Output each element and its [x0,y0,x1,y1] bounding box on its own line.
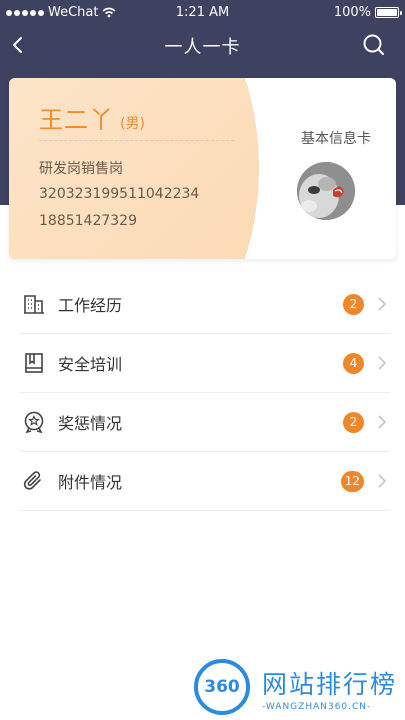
employee-name: 王二丫 [39,106,114,134]
watermark-title: 网站排行榜 [262,670,398,699]
chevron-right-icon [378,297,387,311]
employee-id-number: 320323199511042234 [39,186,200,202]
employee-phone: 18851427329 [39,213,137,229]
name-row: 王二丫 (男) [39,100,145,135]
menu-item-work-history[interactable]: 工作经历 2 [20,275,390,334]
menu-item-label: 安全培训 [58,355,123,374]
page-title: 一人一卡 [164,37,241,58]
employee-gender: (男) [120,116,145,132]
nav-bar: 一人一卡 [0,26,405,64]
menu-item-label: 奖惩情况 [58,414,123,433]
avatar[interactable] [297,162,355,220]
battery-status: 100% [333,5,402,20]
watermark-logo: 360 网站排行榜 -WANGZHAN360.CN- [190,655,405,720]
battery-icon [375,7,402,18]
count-badge: 4 [343,353,364,374]
dashed-divider [39,140,234,141]
cat-avatar-icon [297,162,355,220]
menu-item-safety-training[interactable]: 安全培训 4 [20,334,390,393]
menu-item-label: 工作经历 [58,296,123,315]
card-title: 基本信息卡 [301,131,371,147]
chevron-right-icon [378,415,387,429]
count-badge: 12 [340,471,364,492]
watermark-subtitle: -WANGZHAN360.CN- [262,702,372,712]
menu-item-label: 附件情况 [58,473,123,492]
profile-card[interactable]: 王二丫 (男) 研发岗销售岗 320323199511042234 188514… [9,78,396,259]
status-bar: WeChat 1:21 AM 100% [0,0,405,26]
count-badge: 2 [343,294,364,315]
battery-percent: 100% [333,5,371,20]
chevron-right-icon [378,356,387,370]
menu-item-rewards-penalties[interactable]: 奖惩情况 2 [20,393,390,452]
menu-item-attachments[interactable]: 附件情况 12 [20,452,390,511]
book-icon [25,353,43,373]
menu-list: 工作经历 2 安全培训 4 奖惩情况 2 附件情况 12 [20,275,390,511]
badge-icon [24,411,44,434]
search-icon[interactable] [361,32,387,58]
chevron-right-icon [378,474,387,488]
count-badge: 2 [343,412,364,433]
paperclip-icon [23,471,41,490]
watermark-number: 360 [204,677,240,697]
watermark-ring: 360 [194,659,250,715]
building-icon [24,295,44,314]
employee-department: 研发岗销售岗 [39,161,123,177]
